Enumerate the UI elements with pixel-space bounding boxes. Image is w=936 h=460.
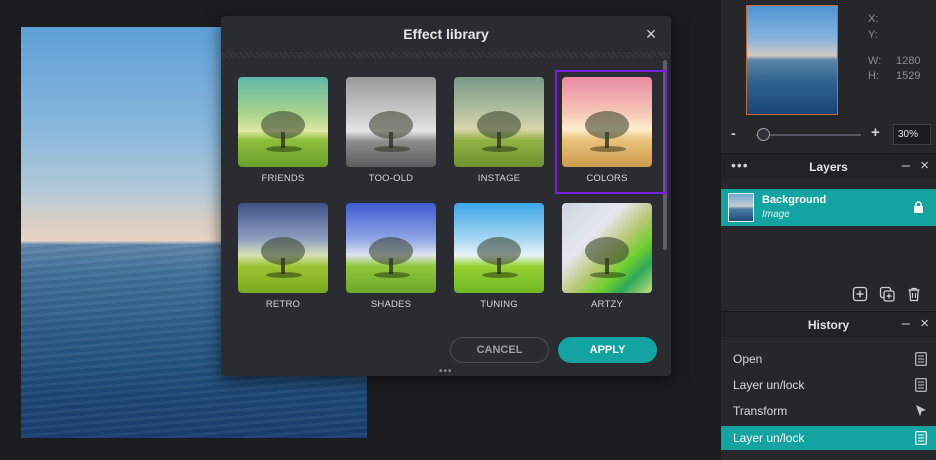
effect-tuning[interactable]: TUNING <box>449 198 557 318</box>
tree-crown <box>261 237 305 265</box>
zoom-slider-handle[interactable] <box>757 128 770 141</box>
x-coordinate-label: X: <box>868 13 879 25</box>
minimize-icon[interactable]: – <box>902 315 910 332</box>
effect-too-old[interactable]: TOO-OLD <box>341 72 449 192</box>
zoom-percent-input[interactable] <box>893 124 931 145</box>
history-item-layer-unlock-current[interactable]: Layer un/lock <box>721 426 936 450</box>
layers-panel-header: ••• Layers – × <box>721 153 936 179</box>
width-value: 1280 <box>896 55 921 67</box>
dialog-resize-grip[interactable]: ••• <box>439 366 453 377</box>
tree-illustration <box>585 111 629 152</box>
tree-illustration <box>369 111 413 152</box>
tree-crown <box>585 111 629 139</box>
effect-label: ARTZY <box>591 299 623 310</box>
effect-label: COLORS <box>586 173 628 184</box>
width-label: W: <box>868 55 882 67</box>
document-icon <box>915 352 927 366</box>
navigator-preview[interactable] <box>746 5 838 115</box>
zoom-out-button[interactable]: - <box>731 125 736 141</box>
close-icon[interactable]: × <box>641 24 661 44</box>
layer-name: Background <box>762 194 827 206</box>
effect-thumbnail <box>454 203 544 293</box>
document-icon <box>915 378 927 392</box>
zoom-slider-track[interactable] <box>756 134 861 136</box>
tree-illustration <box>477 237 521 278</box>
document-icon <box>915 431 927 445</box>
effect-thumbnail <box>238 203 328 293</box>
effect-thumbnail <box>346 203 436 293</box>
effect-label: RETRO <box>265 299 301 310</box>
close-icon[interactable]: × <box>920 157 929 174</box>
add-layer-icon[interactable] <box>852 286 868 302</box>
effect-thumbnail <box>562 77 652 167</box>
layer-toolbar <box>721 280 936 310</box>
duplicate-layer-icon[interactable] <box>879 286 895 302</box>
effect-instage[interactable]: INSTAGE <box>449 72 557 192</box>
effect-colors[interactable]: COLORS <box>555 70 667 194</box>
tree-crown <box>261 111 305 139</box>
y-coordinate-label: Y: <box>868 29 878 41</box>
tree-illustration <box>261 111 305 152</box>
cancel-button[interactable]: CANCEL <box>450 337 549 363</box>
zoom-in-button[interactable]: + <box>871 124 880 141</box>
apply-button[interactable]: APPLY <box>558 337 657 363</box>
effect-label: INSTAGE <box>477 173 521 184</box>
height-value: 1529 <box>896 70 921 82</box>
history-item-layer-unlock[interactable]: Layer un/lock <box>721 373 936 397</box>
history-item-open[interactable]: Open <box>721 347 936 371</box>
tree-crown <box>369 111 413 139</box>
history-item-label: Layer un/lock <box>733 378 805 392</box>
history-item-label: Transform <box>733 404 788 418</box>
close-icon[interactable]: × <box>920 315 929 332</box>
lock-icon[interactable] <box>913 201 924 213</box>
effect-artzy[interactable]: ARTZY <box>557 198 665 318</box>
effect-thumbnail <box>238 77 328 167</box>
layer-item-background[interactable]: Background Image <box>721 189 936 226</box>
effect-thumbnail <box>454 77 544 167</box>
tree-crown <box>477 111 521 139</box>
zoom-controls: - + <box>721 120 936 150</box>
effect-retro[interactable]: RETRO <box>233 198 341 318</box>
tree-crown <box>585 237 629 265</box>
effect-label: TOO-OLD <box>368 173 414 184</box>
history-item-label: Open <box>733 352 763 366</box>
tree-crown <box>369 237 413 265</box>
dialog-title: Effect library <box>403 26 489 42</box>
height-label: H: <box>868 70 879 82</box>
history-item-transform[interactable]: Transform <box>721 399 936 423</box>
layer-type: Image <box>762 209 790 220</box>
history-panel-header: History – × <box>721 311 936 337</box>
effect-label: FRIENDS <box>261 173 305 184</box>
effect-shades[interactable]: SHADES <box>341 198 449 318</box>
tree-illustration <box>369 237 413 278</box>
tree-illustration <box>261 237 305 278</box>
effect-label: SHADES <box>370 299 412 310</box>
tree-illustration <box>477 111 521 152</box>
effect-library-dialog: Effect library × FRIENDS TOO-OLD INSTAGE… <box>221 16 671 377</box>
layer-thumbnail <box>728 193 754 222</box>
effect-thumbnail <box>562 203 652 293</box>
tree-illustration <box>585 237 629 278</box>
dialog-divider <box>221 52 671 58</box>
cursor-icon <box>916 405 926 417</box>
trash-icon[interactable] <box>906 286 922 302</box>
effect-thumbnail <box>346 77 436 167</box>
minimize-icon[interactable]: – <box>902 157 910 174</box>
history-item-label: Layer un/lock <box>733 431 805 445</box>
effect-label: TUNING <box>480 299 518 310</box>
tree-crown <box>477 237 521 265</box>
effect-friends[interactable]: FRIENDS <box>233 72 341 192</box>
right-sidebar: X: Y: W: 1280 H: 1529 - + ••• Layers – ×… <box>721 0 936 460</box>
